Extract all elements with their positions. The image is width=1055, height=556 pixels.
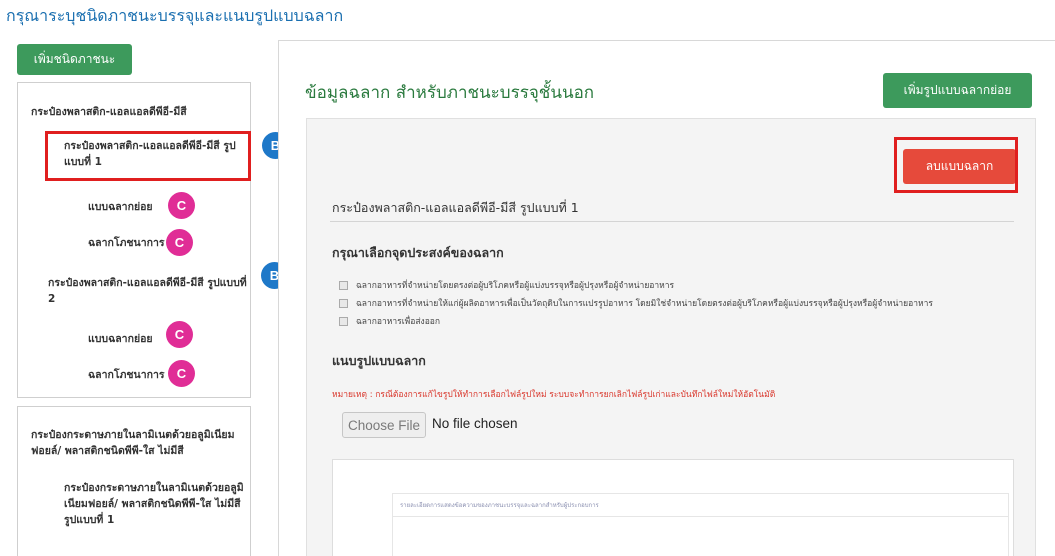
badge-c-1: C (168, 192, 195, 219)
label-card-title: กระป๋องพลาสติก-แอลแอลดีพีอี-มีสี รูปแบบท… (332, 200, 579, 215)
attach-label-heading: แนบรูปแบบฉลาก (332, 353, 426, 368)
divider (392, 516, 1009, 517)
purpose-option-label: ฉลากอาหารเพื่อส่งออก (356, 317, 441, 327)
badge-c-4: C (168, 360, 195, 387)
purpose-option-label: ฉลากอาหารที่จำหน่ายโดยตรงต่อผู้บริโภคหรื… (356, 281, 675, 291)
divider (330, 221, 1014, 222)
purpose-checkbox[interactable] (339, 316, 348, 326)
tree-item-nutrition-label[interactable]: ฉลากโภชนาการ (88, 235, 165, 251)
container-group-title[interactable]: กระป๋องพลาสติก-แอลแอลดีพีอี-มีสี (31, 104, 187, 120)
note-text: หมายเหตุ : กรณีต้องการแก้ไขรูปให้ทำการเล… (332, 390, 776, 400)
purpose-option-retail[interactable]: ฉลากอาหารที่จำหน่ายโดยตรงต่อผู้บริโภคหรื… (339, 278, 674, 292)
purpose-checkbox[interactable] (339, 298, 348, 308)
purpose-option-export[interactable]: ฉลากอาหารเพื่อส่งออก (339, 314, 440, 328)
tree-item-variant-2[interactable]: กระป๋องพลาสติก-แอลแอลดีพีอี-มีสี รูปแบบท… (48, 275, 248, 307)
badge-c-2: C (166, 229, 193, 256)
purpose-checkbox[interactable] (339, 280, 348, 290)
highlight-box-delete (894, 137, 1018, 193)
add-container-type-button[interactable]: เพิ่มชนิดภาชนะ (17, 44, 132, 75)
add-sublabel-format-button[interactable]: เพิ่มรูปแบบฉลากย่อย (883, 73, 1032, 108)
tree-item-nutrition-label[interactable]: ฉลากโภชนาการ (88, 367, 165, 383)
file-status: No file chosen (432, 416, 518, 431)
purpose-heading: กรุณาเลือกจุดประสงค์ของฉลาก (332, 245, 504, 260)
section-title: ข้อมูลฉลาก สำหรับภาชนะบรรจุชั้นนอก (305, 83, 595, 103)
tree-item-sublabel[interactable]: แบบฉลากย่อย (88, 199, 153, 215)
label-preview-text: รายละเอียดการแสดงข้อความของภาชนะบรรจุและ… (400, 502, 599, 509)
tree-item-variant-1[interactable]: กระป๋องกระดาษภายในลามิเนตด้วยอลูมิเนียมฟ… (64, 480, 246, 528)
highlight-box-variant-1 (45, 131, 251, 181)
tree-item-sublabel[interactable]: แบบฉลากย่อย (88, 331, 153, 347)
page-heading: กรุณาระบุชนิดภาชนะบรรจุและแนบรูปแบบฉลาก (6, 6, 344, 25)
purpose-option-label: ฉลากอาหารที่จำหน่ายให้แก่ผู้ผลิตอาหารเพื… (356, 299, 933, 309)
badge-c-3: C (166, 321, 193, 348)
container-group-title[interactable]: กระป๋องกระดาษภายในลามิเนตด้วยอลูมิเนียมฟ… (31, 427, 246, 459)
choose-file-button[interactable]: Choose File (342, 412, 426, 438)
purpose-option-manufacturer[interactable]: ฉลากอาหารที่จำหน่ายให้แก่ผู้ผลิตอาหารเพื… (339, 296, 933, 310)
